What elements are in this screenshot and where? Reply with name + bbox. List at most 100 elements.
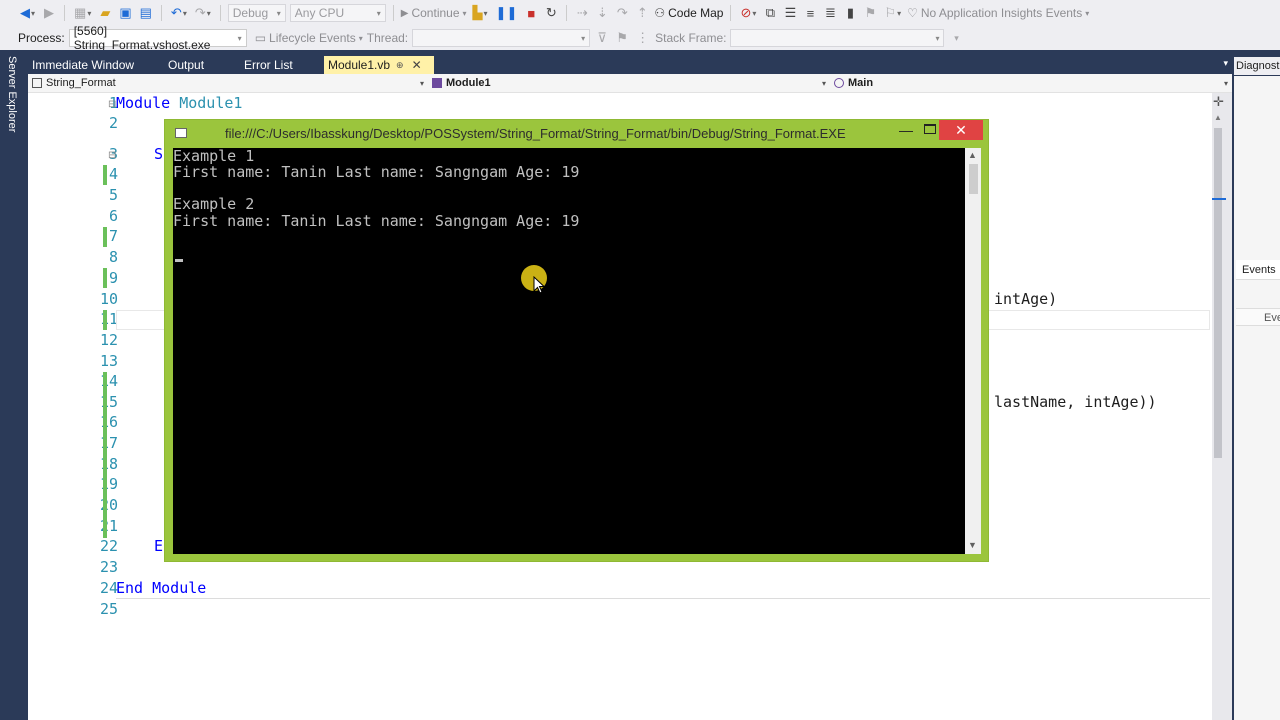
pin-icon[interactable]: ⊕ — [396, 60, 404, 71]
back-icon[interactable]: ◀ — [18, 3, 37, 23]
maximize-icon[interactable] — [924, 124, 936, 134]
lifecycle-icon: ▭ — [254, 31, 267, 45]
process-combo[interactable]: [5560] String_Format.vshost.exe ▾ — [68, 24, 247, 52]
close-icon[interactable]: ✕ — [939, 120, 983, 140]
step-out-icon[interactable]: ⇡ — [634, 3, 650, 23]
scroll-up-arrow[interactable]: ▲ — [968, 150, 977, 160]
tab-error-list[interactable]: Error List — [240, 56, 297, 74]
stack-frame-combo[interactable]: ▾ — [730, 29, 945, 47]
save-icon[interactable]: ▣ — [117, 3, 133, 23]
outdent-icon[interactable]: ≣ — [822, 3, 838, 23]
server-explorer-tab[interactable]: Server Explorer — [6, 56, 18, 132]
next-bookmark-icon[interactable]: ⚐ — [882, 3, 903, 23]
line-number: 7 — [108, 227, 118, 245]
indent-icon[interactable]: ≡ — [802, 3, 818, 23]
code-line-10: intAge) — [994, 290, 1058, 308]
project-combo[interactable]: String_Format ▾ — [28, 74, 426, 92]
scroll-down-arrow[interactable]: ▼ — [968, 540, 977, 550]
collapse-icon[interactable]: ⊟ — [108, 150, 116, 161]
code-map-button[interactable]: ⚇ Code Map — [654, 6, 723, 20]
app-insights-button[interactable]: ♡ No Application Insights Events ▾ — [907, 6, 1089, 20]
line-number: 25 — [99, 600, 118, 618]
events-column-header: Eve — [1236, 308, 1280, 326]
code-line-3: S — [154, 145, 163, 163]
line-number: 6 — [108, 207, 118, 225]
restart-icon[interactable]: ↻ — [543, 3, 559, 23]
sub-fragment: S — [154, 145, 164, 163]
stop-icon[interactable]: ■ — [523, 3, 539, 23]
code-line-15: lastName, intAge)) — [994, 393, 1157, 411]
caret-position-marker — [1212, 198, 1226, 200]
bookmark-icon[interactable]: ▮ — [842, 3, 858, 23]
type-combo[interactable]: Module1 ▾ — [428, 74, 828, 92]
module-icon — [432, 78, 442, 88]
open-icon[interactable]: ▰ — [97, 3, 113, 23]
change-indicator — [103, 310, 107, 330]
comment-icon[interactable]: ⧉ — [762, 3, 778, 23]
console-scrollbar-thumb[interactable] — [969, 164, 978, 194]
forward-icon[interactable]: ▶ — [41, 3, 57, 23]
minimize-icon[interactable]: — — [899, 122, 913, 138]
keyword-end-module: End Module — [116, 579, 207, 597]
tab-dropdown-icon[interactable]: ▾ — [1223, 58, 1228, 69]
pause-icon[interactable]: ❚❚ — [494, 3, 520, 23]
tab-label: Immediate Window — [32, 58, 135, 72]
lifecycle-events-button[interactable]: ▭ Lifecycle Events ▾ — [255, 31, 363, 45]
line-number: 20 — [99, 496, 118, 514]
line-number: 16 — [99, 413, 118, 431]
split-window-icon[interactable]: ✛ — [1213, 94, 1224, 110]
line-number: 8 — [108, 248, 118, 266]
step-into-icon[interactable]: ⇣ — [594, 3, 610, 23]
navigation-bar: String_Format ▾ Module1 ▾ Main ▾ — [28, 74, 1232, 93]
prev-bookmark-icon[interactable]: ⚑ — [862, 3, 878, 23]
console-title-bar[interactable]: file:///C:/Users/Ibasskung/Desktop/POSSy… — [165, 120, 988, 147]
process-value: [5560] String_Format.vshost.exe — [73, 24, 211, 52]
toolbar-separator — [730, 5, 732, 21]
new-project-icon[interactable]: ▦ — [72, 3, 93, 23]
console-output[interactable]: Example 1 First name: Tanin Last name: S… — [173, 148, 981, 554]
close-tab-icon[interactable]: ✕ — [412, 58, 422, 72]
step-over-icon[interactable]: ↷ — [614, 3, 630, 23]
tab-module1-vb[interactable]: Module1.vb ⊕ ✕ — [324, 56, 434, 74]
line-number: 21 — [99, 517, 118, 535]
format-icon[interactable]: ☰ — [782, 3, 798, 23]
undo-icon[interactable]: ↶ — [169, 3, 189, 23]
continue-button[interactable]: ▶ Continue ▾ — [401, 6, 467, 20]
scrollbar-thumb[interactable] — [1214, 128, 1222, 458]
thread-combo[interactable]: ▾ — [412, 29, 591, 47]
tab-label: Module1.vb — [328, 58, 391, 72]
show-next-statement-icon[interactable]: ⇢ — [574, 3, 590, 23]
configuration-combo[interactable]: Debug ▾ — [227, 4, 286, 22]
tab-output[interactable]: Output — [164, 56, 208, 74]
member-combo[interactable]: Main ▾ — [830, 74, 1230, 92]
breakpoints-icon[interactable]: ⊘ — [738, 3, 758, 23]
redo-icon[interactable]: ↷ — [193, 3, 213, 23]
console-window[interactable]: file:///C:/Users/Ibasskung/Desktop/POSSy… — [164, 119, 989, 562]
line-number: 23 — [99, 558, 118, 576]
platform-combo[interactable]: Any CPU ▾ — [289, 4, 386, 22]
threads-icon[interactable]: ⋮ — [634, 28, 651, 48]
toolbar-separator — [160, 5, 162, 21]
line-number: 24 — [99, 579, 118, 597]
code-line-24: End Module — [116, 579, 206, 597]
stack-frame-label: Stack Frame: — [655, 31, 727, 45]
scroll-up-arrow[interactable]: ▲ — [1214, 113, 1222, 122]
events-tab[interactable]: Events — [1236, 260, 1280, 280]
console-app-icon[interactable] — [175, 128, 187, 138]
code-line-1: Module Module1 — [116, 94, 242, 112]
module-name: Module1 — [446, 77, 491, 89]
line-number: 18 — [99, 455, 118, 473]
debug-location-toolbar: Process: [5560] String_Format.vshost.exe… — [0, 24, 1280, 52]
diagnostic-tools-tab[interactable]: Diagnost — [1234, 57, 1280, 75]
toolbar-overflow-icon[interactable]: ▾ — [948, 28, 964, 48]
mouse-pointer-icon — [533, 276, 545, 294]
console-scrollbar[interactable]: ▲ ▼ — [965, 148, 981, 554]
toolbar-separator — [64, 5, 66, 21]
debug-target-icon[interactable]: ▙ — [471, 3, 490, 23]
filter-icon[interactable]: ⊽ — [594, 28, 610, 48]
save-all-icon[interactable]: ▤ — [138, 3, 154, 23]
tab-immediate-window[interactable]: Immediate Window — [28, 56, 138, 74]
flag-thread-icon[interactable]: ⚑ — [614, 28, 630, 48]
method-icon — [834, 78, 844, 88]
console-line: First name: Tanin Last name: Sangngam Ag… — [173, 212, 580, 230]
